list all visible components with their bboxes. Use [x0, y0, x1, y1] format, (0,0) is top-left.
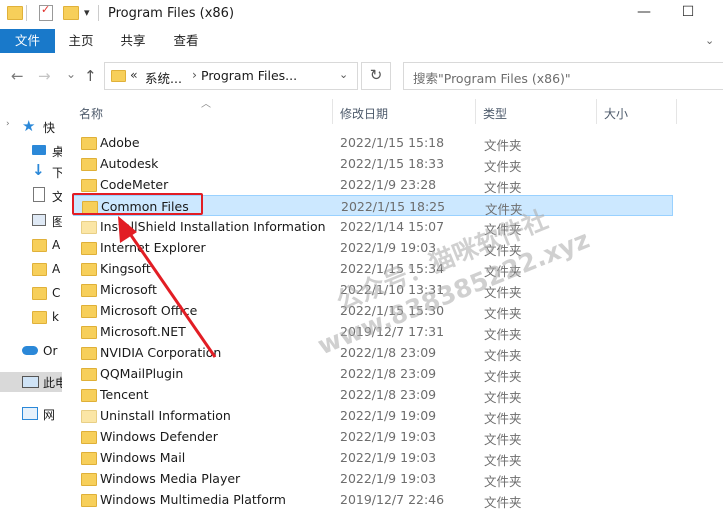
red-arrow: [118, 216, 217, 358]
arrow-shaft: [124, 227, 217, 358]
